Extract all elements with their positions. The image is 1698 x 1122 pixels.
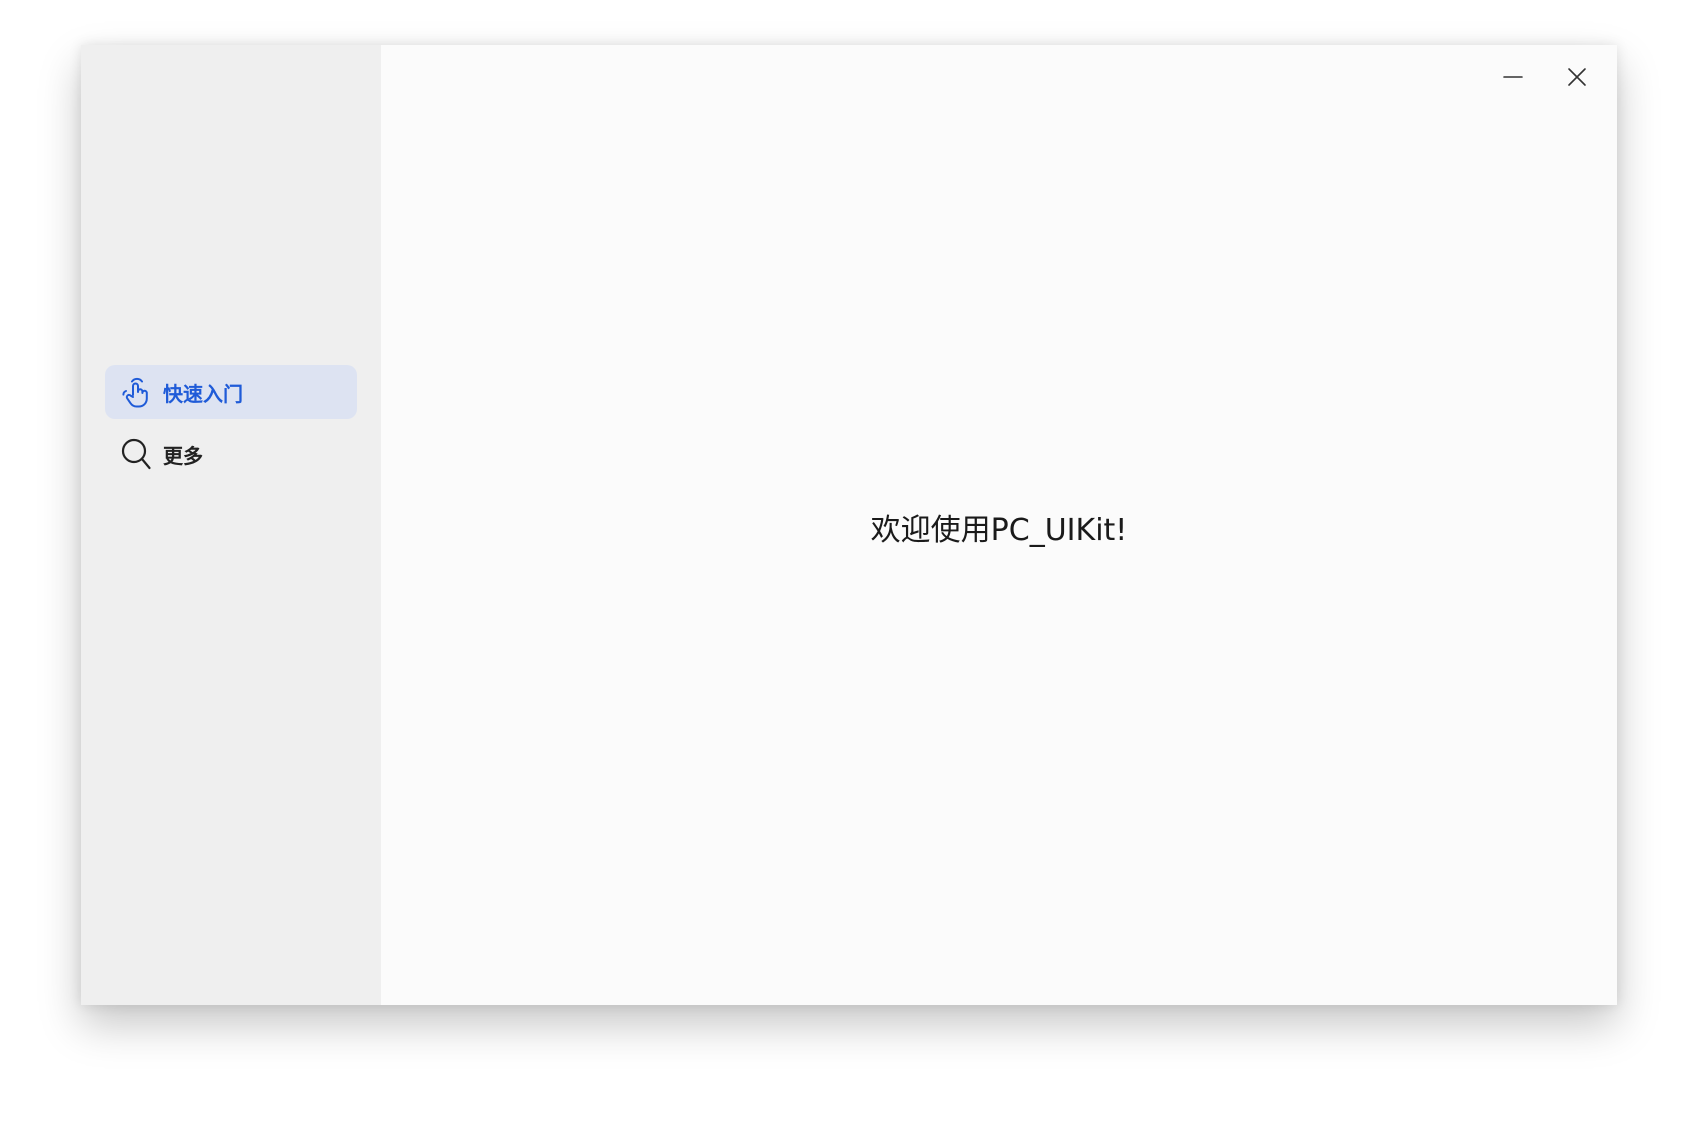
app-window: 快速入门 更多 欢迎使用PC_UIKit! (81, 45, 1617, 1005)
sidebar-item-quick-start[interactable]: 快速入门 (105, 365, 357, 419)
sidebar-item-more[interactable]: 更多 (105, 427, 357, 481)
search-icon (119, 437, 153, 471)
window-controls (1481, 55, 1609, 103)
sidebar: 快速入门 更多 (81, 45, 381, 1005)
sidebar-item-label: 更多 (163, 443, 203, 468)
minimize-button[interactable] (1481, 55, 1545, 103)
sidebar-item-label: 快速入门 (163, 381, 243, 406)
sidebar-nav: 快速入门 更多 (105, 365, 357, 489)
minimize-icon (1503, 67, 1523, 91)
close-icon (1567, 67, 1587, 91)
close-button[interactable] (1545, 55, 1609, 103)
welcome-message: 欢迎使用PC_UIKit! (870, 513, 1128, 548)
main-content: 欢迎使用PC_UIKit! (381, 45, 1617, 1005)
touch-hand-icon (119, 375, 153, 409)
